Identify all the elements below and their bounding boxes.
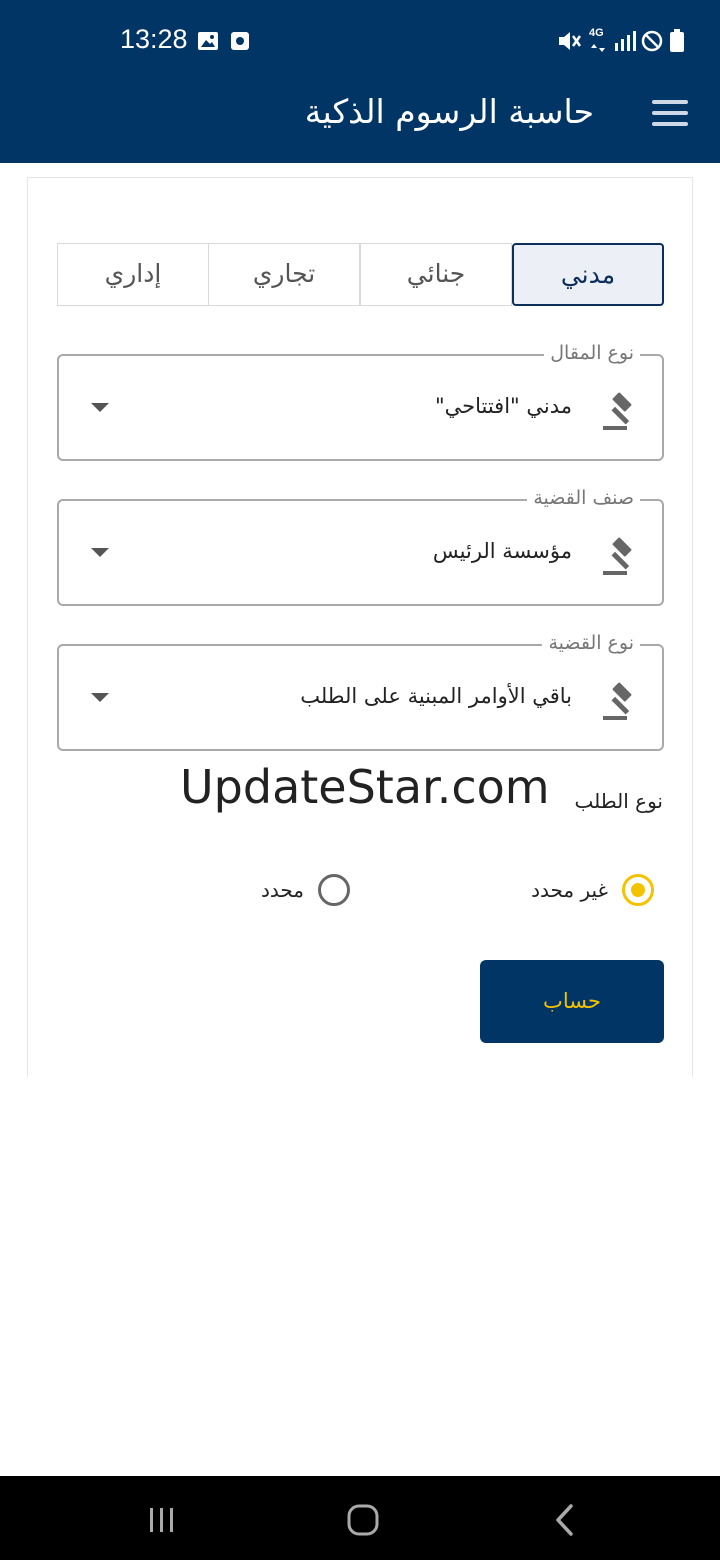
- chevron-down-icon: [91, 548, 109, 557]
- radio-specified-label: محدد: [260, 878, 304, 902]
- radio-unselected-icon: [318, 874, 350, 906]
- radio-unspecified[interactable]: غير محدد: [520, 870, 660, 910]
- gavel-icon: [603, 682, 632, 720]
- request-type-label: نوع الطلب: [574, 789, 663, 813]
- back-icon[interactable]: [545, 1500, 585, 1540]
- status-bar: 13:28 4G: [0, 0, 720, 82]
- chevron-down-icon: [91, 403, 109, 412]
- screen-recorder-icon: [231, 32, 249, 50]
- case-type-value: باقي الأوامر المبنية على الطلب: [300, 684, 572, 708]
- case-type-select[interactable]: نوع القضية باقي الأوامر المبنية على الطل…: [57, 632, 664, 751]
- data-arrows-icon: [591, 44, 605, 52]
- radio-specified[interactable]: محدد: [250, 870, 356, 910]
- tab-administrative[interactable]: إداري: [57, 243, 209, 306]
- do-not-disturb-icon: [641, 30, 663, 52]
- calculator-card: [27, 177, 693, 1077]
- tab-criminal[interactable]: جنائي: [360, 243, 512, 306]
- article-type-select[interactable]: نوع المقال مدني "افتتاحي": [57, 342, 664, 461]
- chevron-down-icon: [91, 693, 109, 702]
- home-icon[interactable]: [343, 1500, 383, 1540]
- gavel-icon: [603, 537, 632, 575]
- app-title: حاسبة الرسوم الذكية: [304, 92, 594, 131]
- hamburger-menu-icon[interactable]: [652, 100, 688, 126]
- article-type-value: مدني "افتتاحي": [434, 394, 572, 418]
- case-category-tabs: مدني جنائي تجاري إداري: [57, 243, 664, 306]
- case-class-value: مؤسسة الرئيس: [432, 539, 572, 563]
- signal-icon: [615, 31, 636, 51]
- status-time: 13:28: [120, 24, 188, 54]
- radio-unspecified-label: غير محدد: [531, 878, 608, 902]
- recent-apps-icon[interactable]: [142, 1500, 182, 1540]
- article-type-label: نوع المقال: [544, 342, 640, 364]
- mute-icon: [559, 32, 582, 50]
- calculate-button[interactable]: حساب: [480, 960, 664, 1043]
- system-nav-bar: [0, 1476, 720, 1560]
- battery-icon: [670, 29, 684, 52]
- app-bar: حاسبة الرسوم الذكية: [0, 82, 720, 163]
- tab-civil[interactable]: مدني: [512, 243, 664, 306]
- tab-commercial[interactable]: تجاري: [208, 243, 360, 306]
- case-class-label: صنف القضية: [527, 487, 640, 509]
- radio-selected-icon: [622, 874, 654, 906]
- gavel-icon: [603, 392, 632, 430]
- gallery-icon: [198, 32, 218, 50]
- case-type-label: نوع القضية: [542, 632, 640, 654]
- case-class-select[interactable]: صنف القضية مؤسسة الرئيس: [57, 487, 664, 606]
- watermark: UpdateStar.com: [180, 760, 550, 814]
